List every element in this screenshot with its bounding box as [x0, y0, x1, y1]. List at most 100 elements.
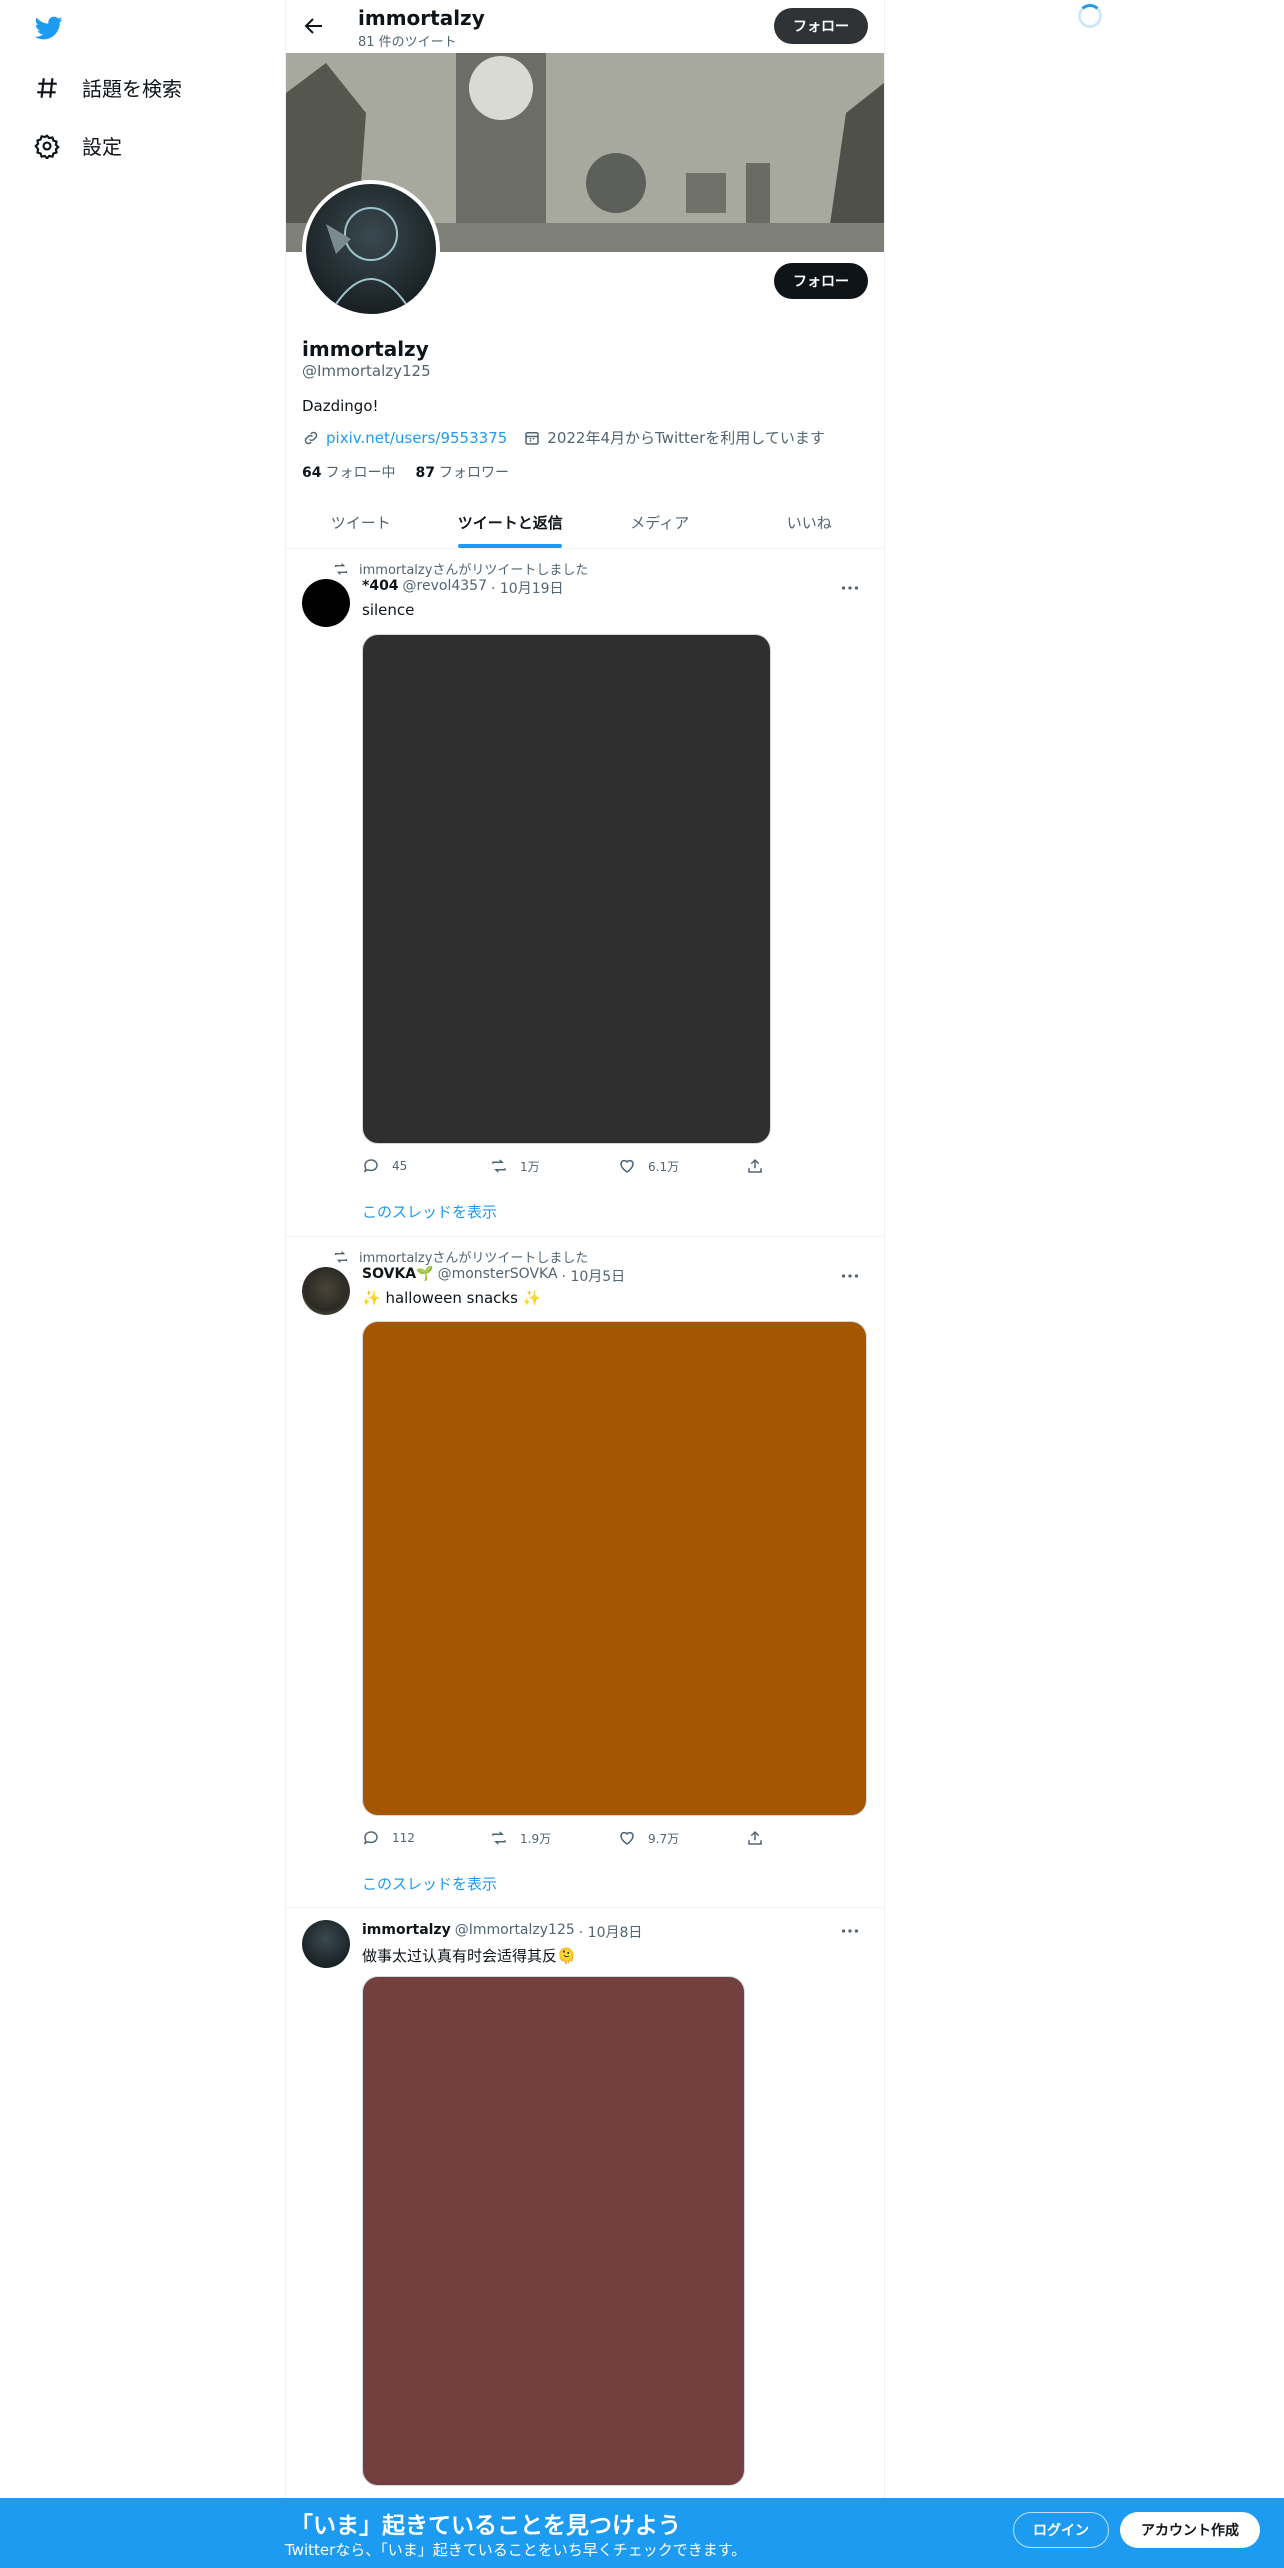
- share-button[interactable]: [746, 1157, 782, 1175]
- profile-meta: pixiv.net/users/9553375 2022年4月からTwitter…: [302, 427, 825, 448]
- more-options-icon[interactable]: [839, 1920, 861, 1942]
- tweet-date[interactable]: · 10月19日: [491, 578, 564, 598]
- calendar-icon: [525, 431, 540, 445]
- signup-prompt-bar: 「いま」起きていることを見つけよう Twitterなら、「いま」起きていることを…: [0, 2498, 1284, 2568]
- heart-icon: [620, 1831, 634, 1845]
- retweet-icon: [335, 1250, 347, 1263]
- avatar-artwork: [326, 207, 407, 305]
- gear-icon: [34, 133, 60, 159]
- reply-button[interactable]: 45: [362, 1157, 490, 1175]
- retweet-count: 1.9万: [520, 1831, 552, 1846]
- followers-link[interactable]: 87 フォロワー: [415, 462, 508, 482]
- profile-tabs: ツイート ツイートと返信 メディア いいね: [286, 496, 884, 549]
- share-icon: [748, 1158, 762, 1173]
- followers-label: フォロワー: [438, 465, 509, 481]
- retweet-button[interactable]: 1.9万: [490, 1829, 618, 1847]
- create-account-button[interactable]: アカウント作成: [1120, 2512, 1260, 2548]
- reply-count: 112: [392, 1831, 415, 1845]
- sidebar-item-label: 設定: [82, 135, 122, 159]
- retweet-icon: [335, 562, 347, 575]
- tweet-text: silence: [362, 601, 415, 619]
- tweet-author-name[interactable]: immortalzy: [362, 1922, 451, 1942]
- profile-header-bar: immortalzy 81 件のツイート フォロー: [286, 0, 884, 53]
- tweet[interactable]: immortalzyさんがリツイートしました SOVKA🌱 @monsterSO…: [286, 1237, 884, 1908]
- tweet-actions: 45 1万 6.1万: [362, 1157, 782, 1175]
- left-sidebar: 話題を検索 設定: [0, 0, 285, 2568]
- hashtag-icon: [37, 77, 57, 98]
- tweet-date[interactable]: · 10月8日: [579, 1922, 643, 1942]
- retweet-note: immortalzyさんがリツイートしました: [359, 563, 589, 578]
- reply-icon: [363, 1831, 378, 1845]
- profile-timeline-column: immortalzy 81 件のツイート フォロー フォロー immortalz…: [285, 0, 885, 2498]
- tab-tweets-and-replies[interactable]: ツイートと返信: [436, 496, 586, 548]
- header-follow-button[interactable]: フォロー: [774, 8, 868, 44]
- twitter-bird-logo-icon[interactable]: [33, 14, 65, 42]
- following-link[interactable]: 64 フォロー中: [302, 462, 395, 482]
- reply-count: 45: [392, 1159, 408, 1173]
- profile-joined-date: 2022年4月からTwitterを利用しています: [547, 429, 825, 447]
- link-icon: [304, 431, 318, 444]
- reply-icon: [363, 1159, 378, 1173]
- sidebar-item-explore[interactable]: 話題を検索: [34, 73, 182, 102]
- profile-follow-button[interactable]: フォロー: [774, 263, 868, 299]
- signup-prompt-title: 「いま」起きていることを見つけよう: [290, 2513, 681, 2539]
- share-button[interactable]: [746, 1829, 782, 1847]
- tweet-text: 做事太过认真有时会适得其反🫠: [362, 1947, 576, 1965]
- tweet-author-handle[interactable]: @Immortalzy125: [455, 1922, 575, 1942]
- retweet-icon: [492, 1831, 506, 1845]
- like-button[interactable]: 9.7万: [618, 1829, 746, 1847]
- profile-avatar[interactable]: [302, 180, 440, 318]
- heart-icon: [620, 1159, 634, 1173]
- tab-likes[interactable]: いいね: [735, 496, 885, 548]
- loading-spinner-icon: [1078, 4, 1102, 28]
- tweet-author-name[interactable]: SOVKA🌱: [362, 1266, 434, 1286]
- tweet-text: ✨ halloween snacks ✨: [362, 1289, 542, 1307]
- login-button[interactable]: ログイン: [1013, 2512, 1109, 2548]
- like-count: 6.1万: [648, 1159, 680, 1174]
- profile-follow-stats: 64 フォロー中 87 フォロワー: [302, 462, 509, 482]
- retweet-icon: [492, 1159, 506, 1173]
- more-options-icon[interactable]: [839, 1265, 861, 1287]
- tweet-header: SOVKA🌱 @monsterSOVKA · 10月5日: [362, 1266, 625, 1286]
- tab-media[interactable]: メディア: [585, 496, 735, 548]
- tweet-author-avatar[interactable]: [302, 579, 350, 627]
- retweet-indicator: immortalzyさんがリツイートしました: [333, 1247, 588, 1266]
- profile-name: immortalzy: [302, 337, 429, 361]
- back-arrow-icon[interactable]: [302, 14, 326, 38]
- tweet-author-name[interactable]: *404: [362, 578, 399, 598]
- tweet[interactable]: immortalzyさんがリツイートしました *404 @revol4357 ·…: [286, 549, 884, 1237]
- followers-count: 87: [415, 465, 435, 481]
- tweet-header: *404 @revol4357 · 10月19日: [362, 578, 564, 598]
- like-button[interactable]: 6.1万: [618, 1157, 746, 1175]
- header-profile-name: immortalzy: [358, 6, 485, 30]
- tweet-author-avatar[interactable]: [302, 1920, 350, 1968]
- tab-tweets[interactable]: ツイート: [286, 496, 436, 548]
- following-count: 64: [302, 465, 322, 481]
- profile-website-link[interactable]: pixiv.net/users/9553375: [326, 429, 507, 447]
- tweet-media-image[interactable]: [362, 634, 771, 1144]
- sidebar-item-label: 話題を検索: [82, 77, 182, 101]
- show-thread-link[interactable]: このスレッドを表示: [362, 1873, 497, 1894]
- retweet-button[interactable]: 1万: [490, 1157, 618, 1175]
- tweet-media-image[interactable]: [362, 1321, 867, 1816]
- following-label: フォロー中: [325, 465, 396, 481]
- tweet-author-avatar[interactable]: [302, 1267, 350, 1315]
- retweet-count: 1万: [520, 1159, 540, 1174]
- share-icon: [748, 1830, 762, 1845]
- more-options-icon[interactable]: [839, 577, 861, 599]
- header-tweet-count: 81 件のツイート: [358, 35, 457, 50]
- reply-button[interactable]: 112: [362, 1829, 490, 1847]
- tweet-actions: 112 1.9万 9.7万: [362, 1829, 782, 1847]
- sidebar-item-settings[interactable]: 設定: [34, 131, 122, 160]
- tweet[interactable]: immortalzy @Immortalzy125 · 10月8日 做事太过认真…: [286, 1908, 884, 2498]
- tweet-media-image[interactable]: [362, 1976, 745, 2486]
- show-thread-link[interactable]: このスレッドを表示: [362, 1201, 497, 1222]
- profile-handle: @Immortalzy125: [302, 362, 431, 380]
- signup-prompt-subtitle: Twitterなら、「いま」起きていることをいち早くチェックできます。: [285, 2541, 747, 2559]
- tweet-author-handle[interactable]: @revol4357: [403, 578, 487, 598]
- tweet-author-handle[interactable]: @monsterSOVKA: [438, 1266, 558, 1286]
- tweet-date[interactable]: · 10月5日: [562, 1266, 626, 1286]
- retweet-note: immortalzyさんがリツイートしました: [359, 1251, 589, 1266]
- tweet-header: immortalzy @Immortalzy125 · 10月8日: [362, 1922, 642, 1942]
- like-count: 9.7万: [648, 1831, 680, 1846]
